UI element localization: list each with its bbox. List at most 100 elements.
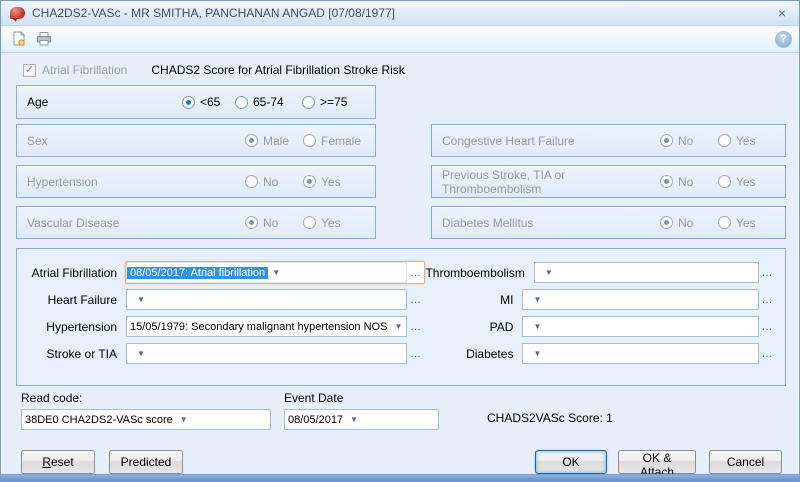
hypertension-combo-row: Hypertension 15/05/1979: Secondary malig… xyxy=(25,316,425,337)
app-speech-bubble-icon xyxy=(10,7,25,19)
radio-label: No xyxy=(678,175,693,189)
combo-label: Heart Failure xyxy=(25,293,125,307)
radio-dot xyxy=(182,96,195,109)
button-label: Predicted xyxy=(116,455,176,469)
print-button[interactable] xyxy=(33,29,55,50)
cancel-button[interactable]: Cancel xyxy=(709,450,782,474)
chevron-down-icon[interactable]: ▼ xyxy=(529,295,545,304)
radio-dot xyxy=(660,134,673,147)
radio-sex-male[interactable]: Male xyxy=(245,134,303,148)
sex-label: Sex xyxy=(27,124,245,157)
chads2vasc-score-text: CHADS2VASc Score: 1 xyxy=(487,411,613,425)
chevron-down-icon[interactable]: ▼ xyxy=(133,295,149,304)
diabetes-combo[interactable]: ▼ xyxy=(522,343,759,364)
pad-combo-row: PAD ▼ … xyxy=(425,316,777,337)
combo-wrap: ▼ … xyxy=(125,342,425,365)
read-code-combo[interactable]: 38DE0 CHA2DS2-VASc score ▼ xyxy=(21,409,271,430)
chevron-down-icon[interactable]: ▼ xyxy=(541,268,557,277)
radio-label: No xyxy=(263,175,278,189)
pad-combo[interactable]: ▼ xyxy=(522,316,759,337)
chevron-down-icon[interactable]: ▼ xyxy=(529,322,545,331)
stroke-or-tia-combo[interactable]: ▼ xyxy=(126,343,407,364)
reset-button[interactable]: Reset xyxy=(21,450,95,474)
chevron-down-icon[interactable]: ▼ xyxy=(133,349,149,358)
close-icon[interactable]: × xyxy=(774,6,790,20)
radio-vascular-disease-yes[interactable]: Yes xyxy=(303,216,341,230)
radio-age-under-65[interactable]: <65 xyxy=(182,95,235,109)
radio-dot xyxy=(660,175,673,188)
hypertension-combo[interactable]: 15/05/1979: Secondary malignant hyperten… xyxy=(126,316,407,337)
ellipsis-button[interactable]: … xyxy=(759,294,776,306)
radio-age-75-plus[interactable]: >=75 xyxy=(302,95,347,109)
combo-value: 15/05/1979: Secondary malignant hyperten… xyxy=(127,321,390,333)
atrial-fibrillation-checkbox[interactable]: ✓ xyxy=(23,64,36,77)
radio-chf-yes[interactable]: Yes xyxy=(718,134,756,148)
radio-stroke-no[interactable]: No xyxy=(660,175,718,189)
sex-groupbox: Sex Male Female xyxy=(16,124,376,157)
diabetes-combo-row: Diabetes ▼ … xyxy=(425,343,777,364)
window-bottom-edge xyxy=(1,474,799,481)
predicted-button[interactable]: Predicted xyxy=(109,450,183,474)
chads2vasc-dialog: CHA2DS2-VASc - MR SMITHA, PANCHANAN ANGA… xyxy=(0,0,800,482)
ellipsis-button[interactable]: … xyxy=(407,267,424,279)
left-condition-column: Sex Male Female Hypertension No xyxy=(16,124,376,239)
radio-age-65-74[interactable]: 65-74 xyxy=(235,95,302,109)
radio-chf-no[interactable]: No xyxy=(660,134,718,148)
radio-dot xyxy=(718,134,731,147)
combo-wrap: ▼ … xyxy=(521,288,777,311)
radio-label: Yes xyxy=(736,175,756,189)
af-header-row: ✓ Atrial Fibrillation CHADS2 Score for A… xyxy=(23,63,405,77)
radio-hypertension-no[interactable]: No xyxy=(245,175,303,189)
radio-diabetes-no[interactable]: No xyxy=(660,216,718,230)
ellipsis-button[interactable]: … xyxy=(407,348,424,360)
radio-dot xyxy=(660,216,673,229)
age-groupbox: Age <65 65-74 >=75 xyxy=(16,85,376,119)
event-date-combo[interactable]: 08/05/2017 ▼ xyxy=(284,409,439,430)
preview-button[interactable] xyxy=(8,29,30,50)
ellipsis-button[interactable]: … xyxy=(407,294,424,306)
radio-diabetes-yes[interactable]: Yes xyxy=(718,216,756,230)
combo-value: 38DE0 CHA2DS2-VASc score xyxy=(22,414,176,426)
ellipsis-button[interactable]: … xyxy=(759,321,776,333)
event-date-field: Event Date 08/05/2017 ▼ xyxy=(284,391,439,430)
chevron-down-icon[interactable]: ▼ xyxy=(346,415,362,424)
radio-stroke-yes[interactable]: Yes xyxy=(718,175,756,189)
chevron-down-icon[interactable]: ▼ xyxy=(529,349,545,358)
chevron-down-icon[interactable]: ▼ xyxy=(176,415,192,424)
coded-entries-left: Atrial Fibrillation 08/05/2017: Atrial f… xyxy=(25,262,425,385)
combo-label: Diabetes xyxy=(425,347,521,361)
heart-failure-combo[interactable]: ▼ xyxy=(126,289,407,310)
ok-attach-button[interactable]: OK & Attach xyxy=(618,450,696,474)
combo-value: 08/05/2017: Atrial fibrillation xyxy=(127,267,268,279)
ellipsis-button[interactable]: … xyxy=(759,267,776,279)
radio-hypertension-yes[interactable]: Yes xyxy=(303,175,341,189)
stroke-or-tia-combo-row: Stroke or TIA ▼ … xyxy=(25,343,425,364)
chevron-down-icon[interactable]: ▼ xyxy=(268,268,284,277)
radio-dot xyxy=(302,96,315,109)
combo-label: Stroke or TIA xyxy=(25,347,125,361)
printer-icon xyxy=(36,31,52,47)
thromboembolism-combo[interactable]: ▼ xyxy=(534,262,759,283)
ellipsis-button[interactable]: … xyxy=(407,321,424,333)
previous-stroke-groupbox: Previous Stroke, TIA or Thromboembolism … xyxy=(431,165,786,198)
read-code-field: Read code: 38DE0 CHA2DS2-VASc score ▼ xyxy=(21,391,271,430)
mi-combo-row: MI ▼ … xyxy=(425,289,777,310)
window-title: CHA2DS2-VASc - MR SMITHA, PANCHANAN ANGA… xyxy=(32,6,774,20)
atrial-fibrillation-combo[interactable]: 08/05/2017: Atrial fibrillation ▼ xyxy=(126,262,407,283)
report-preview-icon xyxy=(11,31,27,47)
atrial-fibrillation-checkbox-label: Atrial Fibrillation xyxy=(42,63,127,77)
ok-button[interactable]: OK xyxy=(535,450,607,474)
combo-value: 08/05/2017 xyxy=(285,414,346,426)
combo-label: MI xyxy=(425,293,521,307)
chevron-down-icon[interactable]: ▼ xyxy=(390,322,406,331)
radio-dot xyxy=(718,175,731,188)
page-title: CHADS2 Score for Atrial Fibrillation Str… xyxy=(151,63,404,77)
radio-label: No xyxy=(678,134,693,148)
radio-vascular-disease-no[interactable]: No xyxy=(245,216,303,230)
radio-sex-female[interactable]: Female xyxy=(303,134,361,148)
button-label: OK xyxy=(542,455,600,469)
title-bar: CHA2DS2-VASc - MR SMITHA, PANCHANAN ANGA… xyxy=(1,1,799,26)
mi-combo[interactable]: ▼ xyxy=(522,289,759,310)
help-icon[interactable]: ? xyxy=(775,31,792,48)
ellipsis-button[interactable]: … xyxy=(759,348,776,360)
